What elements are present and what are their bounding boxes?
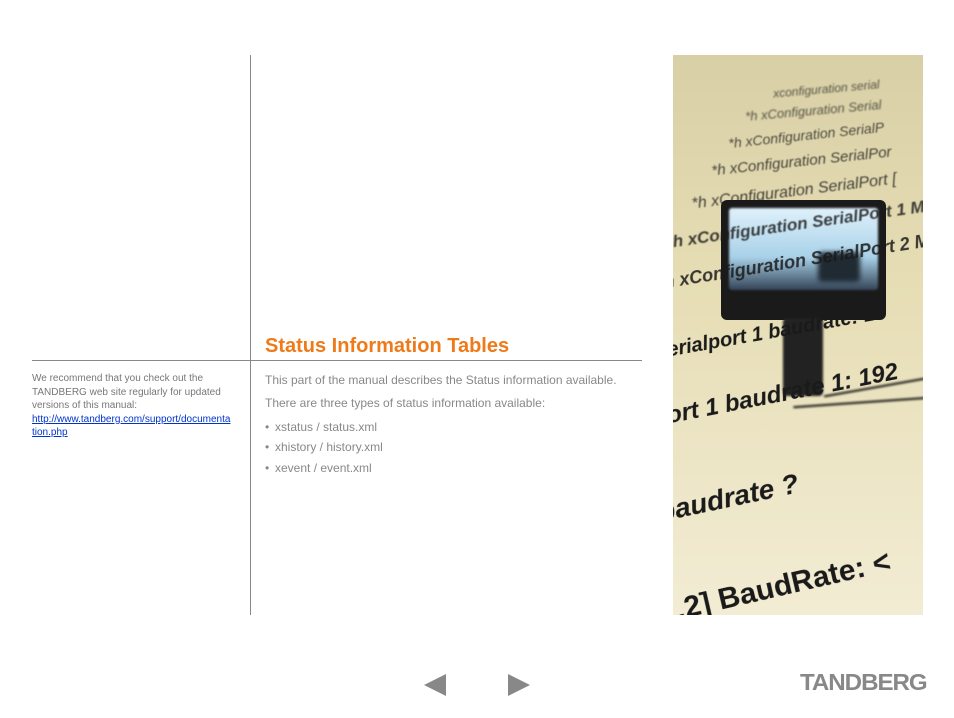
overlay-line: xconfiguration serial xyxy=(773,77,881,100)
page-heading: Status Information Tables xyxy=(265,335,509,358)
list-item: xevent / event.xml xyxy=(265,460,625,477)
document-page: Status Information Tables We recommend t… xyxy=(0,0,954,718)
horizontal-rule xyxy=(32,360,642,361)
next-page-arrow-icon[interactable] xyxy=(508,674,530,696)
note-text: We recommend that you check out the TAND… xyxy=(32,373,221,411)
prev-page-arrow-icon[interactable] xyxy=(424,674,446,696)
sidebar-note: We recommend that you check out the TAND… xyxy=(32,372,232,440)
overlay-line: t [1..2] BaudRate: < xyxy=(673,545,894,615)
list-item: xhistory / history.xml xyxy=(265,439,625,456)
body-text: This part of the manual describes the St… xyxy=(265,372,625,480)
list-item: xstatus / status.xml xyxy=(265,419,625,436)
decorative-image: xconfiguration serial *h xConfiguration … xyxy=(673,55,923,615)
status-types-list: xstatus / status.xml xhistory / history.… xyxy=(265,419,625,477)
body-p1: This part of the manual describes the St… xyxy=(265,372,625,389)
overlay-line: *h xConfiguration Serial xyxy=(745,97,882,124)
body-p2: There are three types of status informat… xyxy=(265,395,625,412)
documentation-link[interactable]: http://www.tandberg.com/support/document… xyxy=(32,414,230,439)
overlay-line: rt baudrate ? xyxy=(673,468,802,535)
tandberg-logo: TANDBERG xyxy=(800,669,927,696)
vertical-divider xyxy=(250,55,251,615)
